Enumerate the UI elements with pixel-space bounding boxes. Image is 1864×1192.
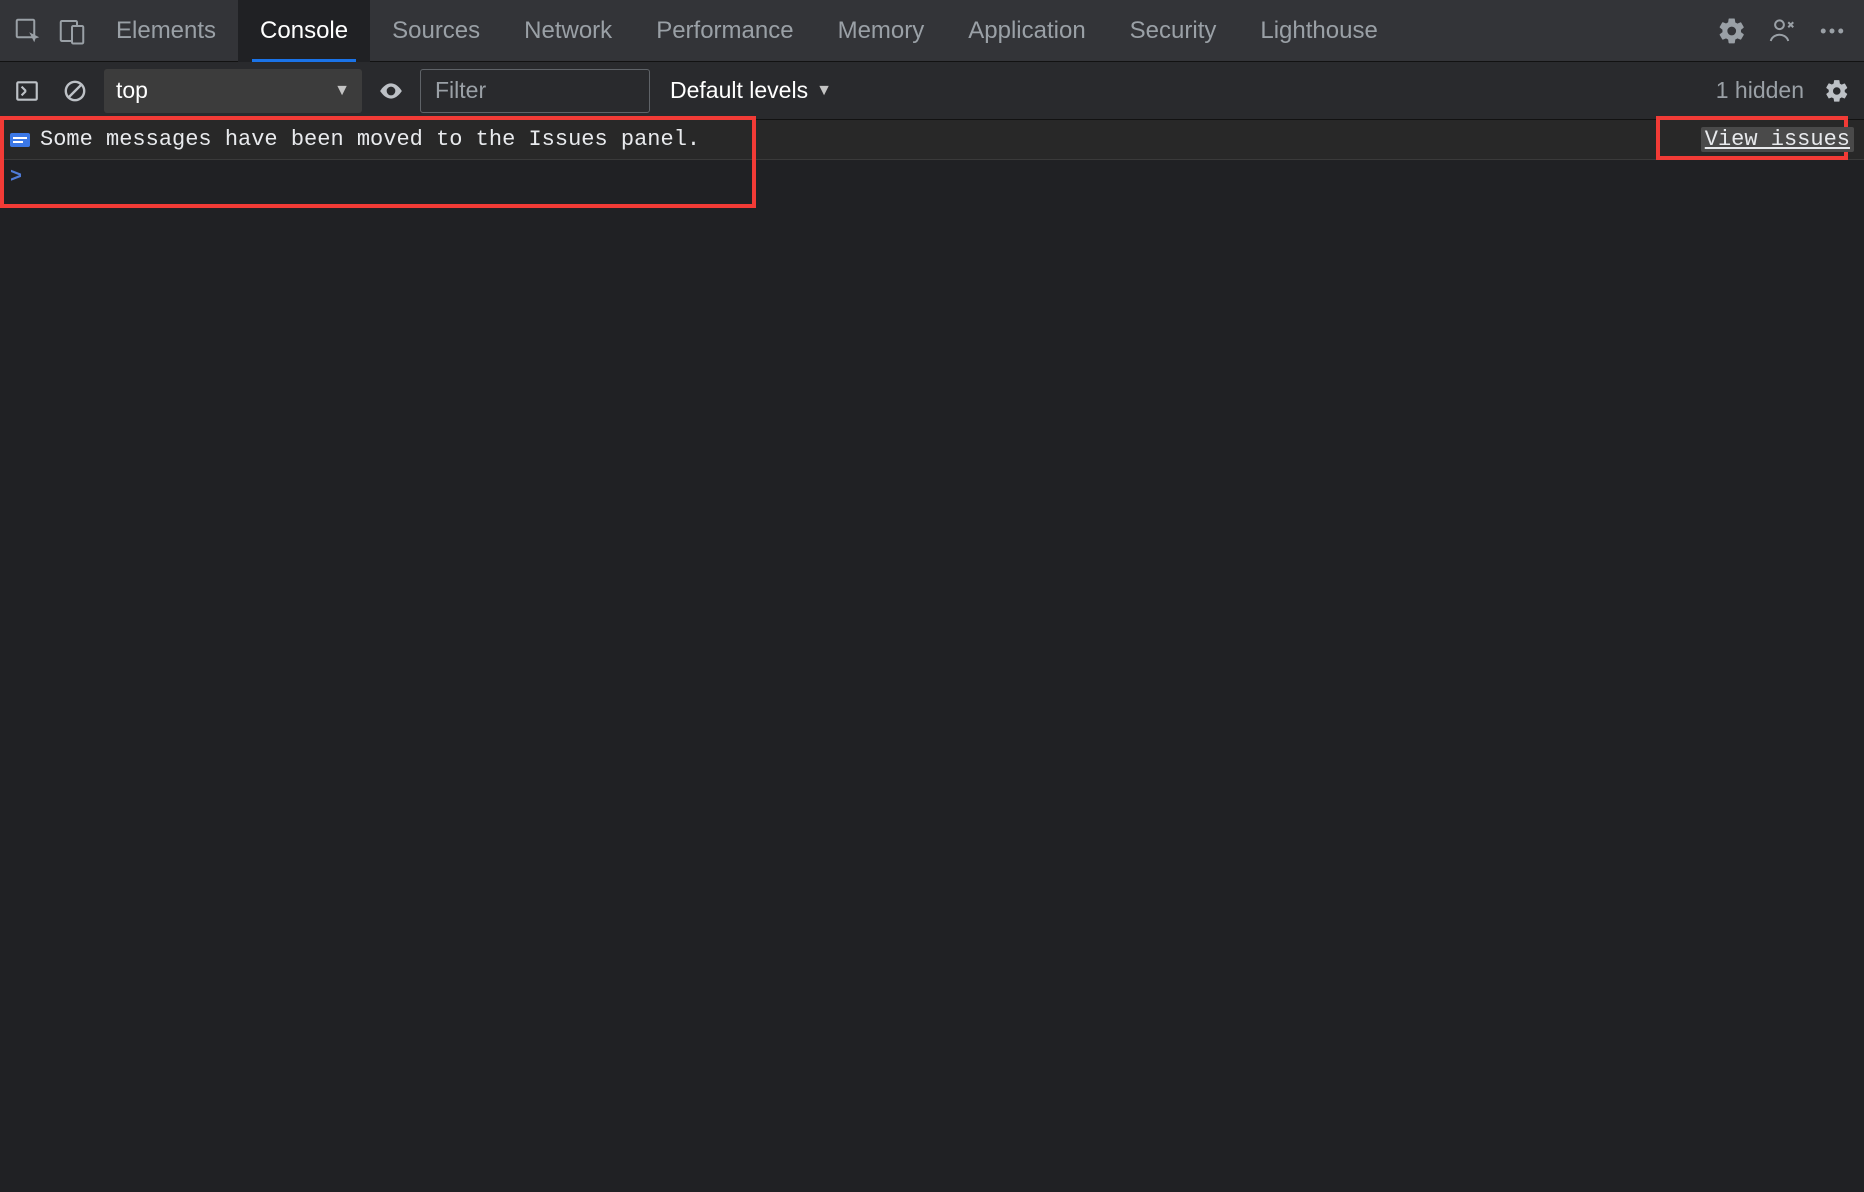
context-selector-label: top (116, 77, 148, 104)
live-expression-eye-icon[interactable] (372, 72, 410, 110)
tab-label: Memory (838, 17, 925, 45)
sidebar-toggle-icon[interactable] (8, 72, 46, 110)
tab-sources[interactable]: Sources (370, 0, 502, 62)
console-settings-gear-icon[interactable] (1818, 72, 1856, 110)
tab-label: Elements (116, 17, 216, 45)
tab-label: Network (524, 17, 612, 45)
log-levels-label: Default levels (670, 77, 808, 104)
tab-performance[interactable]: Performance (634, 0, 815, 62)
hidden-messages-count[interactable]: 1 hidden (1716, 77, 1804, 104)
issues-badge-icon (10, 133, 30, 147)
prompt-caret-icon: > (10, 166, 22, 189)
tab-console[interactable]: Console (238, 0, 370, 62)
tab-network[interactable]: Network (502, 0, 634, 62)
tab-lighthouse[interactable]: Lighthouse (1238, 0, 1399, 62)
filter-input[interactable] (420, 69, 650, 113)
console-prompt[interactable]: > (0, 160, 1864, 194)
context-selector[interactable]: top ▼ (104, 69, 362, 113)
issues-notice-row: Some messages have been moved to the Iss… (0, 120, 1864, 160)
log-levels-selector[interactable]: Default levels ▼ (660, 77, 842, 104)
chevron-down-icon: ▼ (816, 82, 832, 100)
issues-notice-text: Some messages have been moved to the Iss… (40, 127, 700, 152)
tab-security[interactable]: Security (1108, 0, 1239, 62)
tab-label: Performance (656, 17, 793, 45)
device-toolbar-icon[interactable] (50, 9, 94, 53)
tab-application[interactable]: Application (946, 0, 1107, 62)
tab-label: Sources (392, 17, 480, 45)
tab-memory[interactable]: Memory (816, 0, 947, 62)
clear-console-icon[interactable] (56, 72, 94, 110)
account-icon[interactable] (1760, 9, 1804, 53)
more-menu-icon[interactable] (1810, 9, 1854, 53)
tab-label: Security (1130, 17, 1217, 45)
view-issues-link[interactable]: View issues (1701, 127, 1854, 152)
settings-gear-icon[interactable] (1710, 9, 1754, 53)
console-messages: Some messages have been moved to the Iss… (0, 120, 1864, 1192)
tab-elements[interactable]: Elements (94, 0, 238, 62)
console-toolbar: top ▼ Default levels ▼ 1 hidden (0, 62, 1864, 120)
tab-label: Console (260, 17, 348, 45)
chevron-down-icon: ▼ (334, 82, 350, 100)
tab-label: Application (968, 17, 1085, 45)
inspect-element-icon[interactable] (6, 9, 50, 53)
devtools-tabstrip: Elements Console Sources Network Perform… (0, 0, 1864, 62)
tab-label: Lighthouse (1260, 17, 1377, 45)
